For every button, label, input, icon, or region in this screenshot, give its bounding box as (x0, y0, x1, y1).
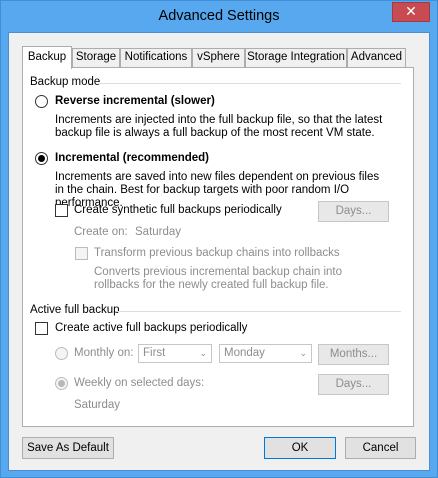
tab-backup[interactable]: Backup (22, 46, 72, 69)
synthetic-full-label[interactable]: Create synthetic full backups periodical… (74, 204, 282, 216)
transform-rollbacks-label[interactable]: Transform previous backup chains into ro… (94, 247, 340, 259)
chevron-down-icon: ⌄ (299, 348, 307, 358)
dialog-client-area: Backup Storage Notifications vSphere Sto… (8, 32, 430, 471)
monthly-day-value: Monday (224, 347, 265, 359)
monthly-week-select[interactable]: First ⌄ (138, 344, 212, 363)
reverse-incremental-description: Increments are injected into the full ba… (55, 114, 383, 139)
months-button[interactable]: Months... (318, 344, 389, 365)
monthly-week-value: First (143, 347, 166, 359)
transform-rollbacks-checkbox[interactable] (75, 247, 88, 260)
tab-notifications[interactable]: Notifications (120, 48, 192, 67)
reverse-incremental-radio[interactable] (35, 95, 48, 108)
tab-advanced[interactable]: Advanced (347, 48, 406, 67)
weekly-days-button[interactable]: Days... (318, 374, 389, 395)
cancel-button[interactable]: Cancel (345, 437, 416, 459)
weekly-days-value: Saturday (74, 399, 121, 411)
backup-mode-group-label: Backup mode (30, 76, 101, 88)
synthetic-days-button[interactable]: Days... (318, 201, 389, 222)
advanced-settings-window: Advanced Settings ✕ Backup Storage Notif… (0, 0, 438, 478)
transform-rollbacks-description: Converts previous incremental backup cha… (94, 266, 343, 291)
create-on-value: Saturday (135, 226, 182, 238)
active-full-group-label: Active full backup (30, 304, 120, 316)
tab-storage[interactable]: Storage (72, 48, 120, 67)
tab-vsphere[interactable]: vSphere (192, 48, 245, 67)
active-full-separator (116, 311, 401, 312)
incremental-label[interactable]: Incremental (recommended) (55, 152, 209, 164)
create-on-label: Create on: (74, 226, 128, 238)
active-full-checkbox[interactable] (35, 322, 48, 335)
tab-storage-integration[interactable]: Storage Integration (245, 48, 347, 67)
title-bar[interactable]: Advanced Settings ✕ (1, 1, 437, 32)
synthetic-full-checkbox[interactable] (55, 204, 68, 217)
active-full-label[interactable]: Create active full backups periodically (55, 322, 247, 334)
monthly-radio[interactable] (55, 347, 68, 360)
weekly-radio[interactable] (55, 377, 68, 390)
save-as-default-button[interactable]: Save As Default (22, 437, 114, 459)
monthly-day-select[interactable]: Monday ⌄ (219, 344, 312, 363)
chevron-down-icon: ⌄ (199, 348, 207, 358)
close-button[interactable]: ✕ (392, 2, 430, 22)
incremental-radio[interactable] (35, 152, 48, 165)
backup-tab-panel: Backup mode Reverse incremental (slower)… (22, 67, 414, 427)
backup-mode-separator (98, 83, 401, 84)
weekly-label[interactable]: Weekly on selected days: (74, 377, 204, 389)
monthly-label[interactable]: Monthly on: (74, 347, 133, 359)
close-icon: ✕ (405, 3, 417, 19)
reverse-incremental-label[interactable]: Reverse incremental (slower) (55, 95, 215, 107)
window-title: Advanced Settings (158, 8, 280, 24)
ok-button[interactable]: OK (264, 437, 336, 459)
